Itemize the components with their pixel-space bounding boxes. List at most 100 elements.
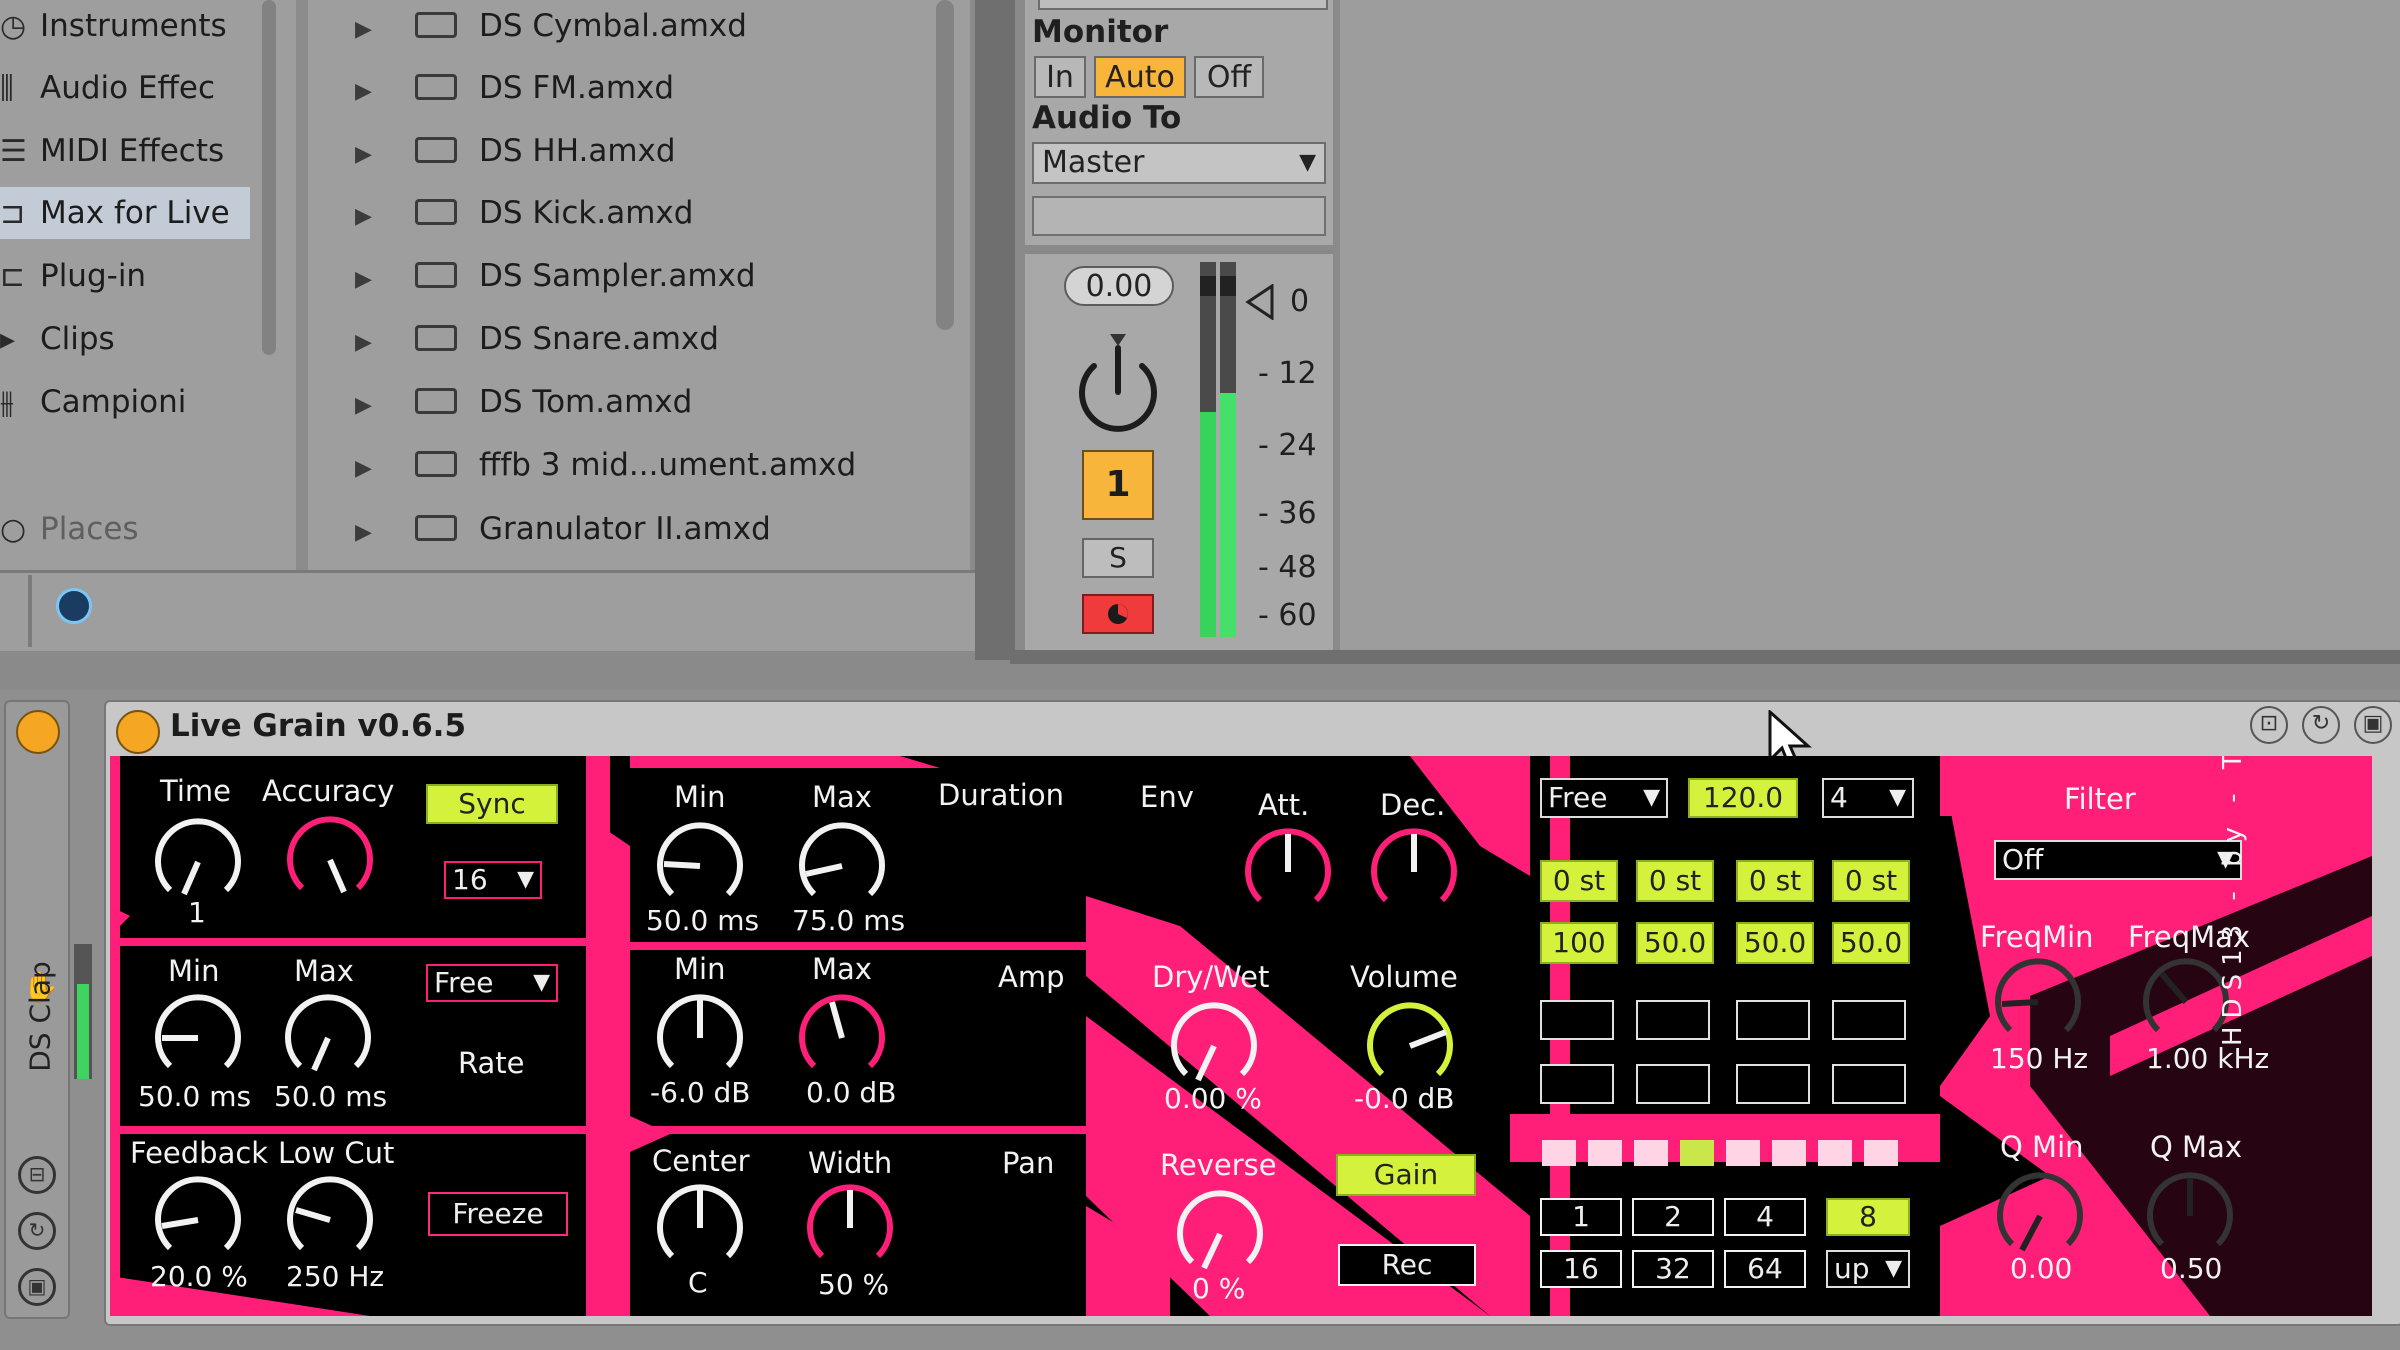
div-2-button[interactable]: 2	[1632, 1198, 1714, 1236]
macro-icon[interactable]: ↻	[18, 1212, 56, 1250]
volume-knob[interactable]	[1360, 996, 1460, 1096]
seq-cell[interactable]	[1540, 1064, 1614, 1104]
seq-cell[interactable]	[1832, 1064, 1906, 1104]
expand-icon[interactable]: ▶	[355, 254, 415, 306]
save-device-icon[interactable]: ▣	[2354, 706, 2392, 744]
file-item[interactable]: ▶ DS Tom.amxd	[355, 376, 692, 428]
rack-activator-button[interactable]	[16, 710, 60, 754]
expand-icon[interactable]: ▶	[355, 443, 415, 495]
gain-button[interactable]: Gain	[1336, 1154, 1476, 1196]
category-instruments[interactable]: ◷ Instruments	[0, 0, 227, 52]
rate-mode-dropdown[interactable]: Free ▼	[426, 964, 558, 1002]
value-step-3[interactable]: 50.0	[1736, 922, 1814, 964]
qmin-knob[interactable]	[1990, 1166, 2090, 1266]
volume-value-field[interactable]: 0.00	[1064, 266, 1174, 306]
div-1-button[interactable]: 1	[1540, 1198, 1622, 1236]
expand-icon[interactable]: ▶	[355, 380, 415, 432]
pitch-step-2[interactable]: 0 st	[1636, 860, 1714, 902]
div-4-button[interactable]: 4	[1724, 1198, 1806, 1236]
arm-button[interactable]	[1082, 594, 1154, 634]
seq-mode-dropdown[interactable]: Free ▼	[1540, 778, 1668, 818]
file-item[interactable]: ▶ DS Cymbal.amxd	[355, 0, 747, 52]
file-item[interactable]: ▶ fffb 3 mid...ument.amxd	[355, 439, 856, 491]
lowcut-knob[interactable]	[280, 1170, 380, 1270]
amp-max-knob[interactable]	[792, 988, 892, 1088]
file-item[interactable]: ▶ DS FM.amxd	[355, 62, 674, 114]
hot-swap-icon[interactable]: ↻	[2302, 706, 2340, 744]
rate-max-knob[interactable]	[278, 988, 378, 1088]
monitor-in-button[interactable]: In	[1034, 56, 1086, 98]
div-64-button[interactable]: 64	[1724, 1250, 1806, 1288]
file-item[interactable]: ▶ DS Snare.amxd	[355, 313, 719, 365]
div-16-button[interactable]: 16	[1540, 1250, 1622, 1288]
category-audio-effects[interactable]: ⫼ Audio Effec	[0, 62, 215, 114]
category-campioni[interactable]: ⫵ Campioni	[0, 376, 186, 428]
direction-dropdown[interactable]: up ▼	[1826, 1250, 1910, 1288]
seq-cell[interactable]	[1736, 1000, 1810, 1040]
div-8-button[interactable]: 8	[1826, 1198, 1910, 1236]
track-activator-button[interactable]: 1	[1082, 450, 1154, 520]
category-places[interactable]: ○ Places	[0, 503, 139, 555]
save-preset-icon[interactable]: ▣	[18, 1268, 56, 1306]
input-channel-dropdown[interactable]	[1038, 0, 1328, 10]
filter-mode-dropdown[interactable]: Off ▼	[1994, 840, 2242, 880]
expand-icon[interactable]: ▶	[355, 4, 415, 56]
pitch-step-4[interactable]: 0 st	[1832, 860, 1910, 902]
amp-min-knob[interactable]	[650, 988, 750, 1088]
file-item[interactable]: ▶ DS Sampler.amxd	[355, 250, 756, 302]
solo-button[interactable]: S	[1082, 538, 1154, 578]
category-plug-in[interactable]: ⊏ Plug-in	[0, 250, 146, 302]
feedback-knob[interactable]	[148, 1170, 248, 1270]
monitor-auto-button[interactable]: Auto	[1094, 56, 1186, 98]
file-item[interactable]: ▶ Granulator II.amxd	[355, 503, 771, 555]
qmax-knob[interactable]	[2140, 1166, 2240, 1266]
pitch-step-3[interactable]: 0 st	[1736, 860, 1814, 902]
seq-steps-dropdown[interactable]: 4 ▼	[1822, 778, 1914, 818]
output-channel-field[interactable]	[1032, 196, 1326, 236]
pan-knob[interactable]	[1070, 322, 1166, 432]
category-max-for-live[interactable]: ⊐ Max for Live	[0, 187, 250, 239]
pan-center-knob[interactable]	[650, 1178, 750, 1278]
value-step-2[interactable]: 50.0	[1636, 922, 1714, 964]
expand-icon[interactable]: ▶	[355, 129, 415, 181]
drywet-knob[interactable]	[1164, 996, 1264, 1096]
seq-tempo-field[interactable]: 120.0	[1688, 778, 1798, 818]
value-step-1[interactable]: 100	[1540, 922, 1618, 964]
decay-knob[interactable]	[1364, 822, 1464, 922]
freeze-button[interactable]: Freeze	[428, 1192, 568, 1236]
file-item[interactable]: ▶ DS Kick.amxd	[355, 187, 693, 239]
seq-cell[interactable]	[1832, 1000, 1906, 1040]
seq-cell[interactable]	[1540, 1000, 1614, 1040]
pan-width-knob[interactable]	[800, 1178, 900, 1278]
monitor-off-button[interactable]: Off	[1194, 56, 1264, 98]
expand-icon[interactable]: ▶	[355, 191, 415, 243]
file-item[interactable]: ▶ DS HH.amxd	[355, 125, 676, 177]
seq-cell[interactable]	[1636, 1064, 1710, 1104]
divider[interactable]	[1010, 650, 2400, 664]
category-clips[interactable]: ▸ Clips	[0, 313, 115, 365]
rate-min-knob[interactable]	[148, 988, 248, 1088]
file-scrollbar[interactable]	[936, 0, 954, 330]
value-step-4[interactable]: 50.0	[1832, 922, 1910, 964]
reverse-knob[interactable]	[1170, 1184, 1270, 1284]
pitch-step-1[interactable]: 0 st	[1540, 860, 1618, 902]
edit-device-icon[interactable]: ⊡	[2250, 706, 2288, 744]
rec-button[interactable]: Rec	[1338, 1244, 1476, 1286]
category-scrollbar[interactable]	[262, 0, 276, 355]
volume-slider-handle[interactable]	[1244, 284, 1276, 320]
duration-min-knob[interactable]	[650, 816, 750, 916]
sync-division-dropdown[interactable]: 16 ▼	[444, 861, 542, 899]
accuracy-knob[interactable]	[280, 810, 380, 910]
freqmin-knob[interactable]	[1988, 952, 2088, 1052]
session-empty-area[interactable]	[1340, 0, 2400, 650]
expand-icon[interactable]: ▶	[355, 66, 415, 118]
sync-button[interactable]: Sync	[426, 784, 558, 824]
chain-icon[interactable]: ⊟	[18, 1156, 56, 1194]
seq-cell[interactable]	[1736, 1064, 1810, 1104]
panel-divider[interactable]	[296, 0, 308, 570]
div-32-button[interactable]: 32	[1632, 1250, 1714, 1288]
device-activator-button[interactable]	[116, 710, 160, 754]
seq-cell[interactable]	[1636, 1000, 1710, 1040]
attack-knob[interactable]	[1238, 822, 1338, 922]
expand-icon[interactable]: ▶	[355, 507, 415, 559]
